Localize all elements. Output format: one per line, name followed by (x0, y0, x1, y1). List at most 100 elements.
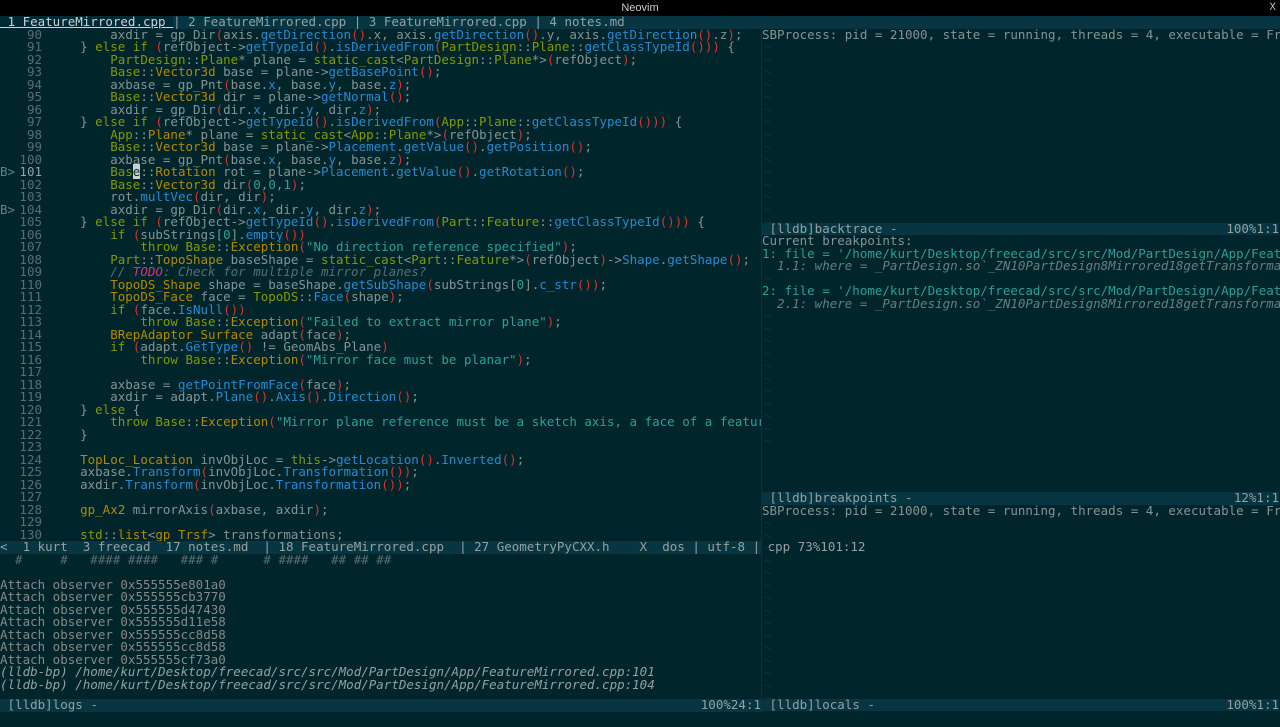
breakpoint-gutter[interactable] (0, 304, 14, 317)
breakpoint-gutter[interactable] (0, 366, 14, 379)
breakpoint-gutter[interactable] (0, 66, 14, 79)
breakpoint-gutter[interactable] (0, 329, 14, 342)
breakpoint-gutter[interactable] (0, 229, 14, 242)
code-line-121[interactable]: 121 throw Base::Exception("Mirror plane … (0, 416, 761, 429)
lldb-logs-pos: 24:1 (731, 699, 761, 712)
code-text[interactable] (42, 491, 50, 504)
breakpoint-gutter[interactable] (0, 104, 14, 117)
tilde: ~ (762, 310, 1279, 323)
tilde: ~ (762, 617, 1279, 630)
tilde: ~ (762, 91, 1279, 104)
lldb-bt-percent: 100% (1226, 223, 1256, 236)
code-text[interactable]: throw Base::Exception("Mirror face must … (42, 354, 532, 367)
tilde: ~ (762, 154, 1279, 167)
breakpoint-gutter[interactable] (0, 116, 14, 129)
tab-0[interactable]: 1 FeatureMirrored.cpp (0, 16, 173, 29)
breakpoint-gutter[interactable] (0, 129, 14, 142)
breakpoint-gutter[interactable] (0, 466, 14, 479)
tilde: ~ (762, 580, 1279, 593)
code-text[interactable]: gp_Ax2 mirrorAxis(axbase, axdir); (42, 504, 329, 517)
tilde: ~ (762, 323, 1279, 336)
code-text[interactable]: throw Base::Exception("Mirror plane refe… (42, 416, 761, 429)
breakpoint-gutter[interactable] (0, 79, 14, 92)
tab-3[interactable]: 4 notes.md (542, 16, 632, 29)
tilde: ~ (762, 667, 1279, 680)
tilde: ~ (762, 542, 1279, 555)
lldb-logs-percent: 100% (701, 699, 731, 712)
code-text[interactable] (42, 366, 50, 379)
tilde: ~ (762, 54, 1279, 67)
code-line-128[interactable]: 128 gp_Ax2 mirrorAxis(axbase, axdir); (0, 504, 761, 517)
code-line-126[interactable]: 126 axdir.Transform(invObjLoc.Transforma… (0, 479, 761, 492)
breakpoint-gutter[interactable] (0, 441, 14, 454)
tilde: ~ (762, 204, 1279, 217)
breakpoint-gutter[interactable] (0, 141, 14, 154)
breakpoint-gutter[interactable] (0, 291, 14, 304)
breakpoint-gutter[interactable] (0, 504, 14, 517)
locals-pane[interactable]: ~~~~~~~~~~~~~~~~~ (762, 517, 1279, 699)
breakpoint-gutter[interactable] (0, 491, 14, 504)
breakpoint-gutter[interactable] (0, 316, 14, 329)
code-text[interactable]: } (42, 429, 88, 442)
tilde: ~ (762, 116, 1279, 129)
code-text[interactable] (42, 441, 50, 454)
breakpoint-gutter[interactable] (0, 279, 14, 292)
code-line-116[interactable]: 116 throw Base::Exception("Mirror face m… (0, 354, 761, 367)
tilde: ~ (762, 530, 1279, 543)
breakpoint-gutter[interactable] (0, 516, 14, 529)
lldb-locals-pos: 1:1 (1256, 699, 1279, 712)
breakpoint-gutter[interactable] (0, 41, 14, 54)
lldb-locals-percent: 100% (1226, 699, 1256, 712)
left-column: 90 axdir = gp_Dir(axis.getDirection().x,… (0, 29, 762, 712)
breakpoint-gutter[interactable]: B> (0, 204, 14, 217)
tilde: ~ (762, 517, 1279, 530)
tilde: ~ (762, 642, 1279, 655)
tab-2[interactable]: 3 FeatureMirrored.cpp (361, 16, 534, 29)
breakpoint-gutter[interactable] (0, 29, 14, 42)
lldb-logs-pane[interactable]: Attach observer 0x555555e801a0Attach obs… (0, 579, 761, 700)
command-line[interactable] (0, 715, 1280, 727)
tilde: ~ (762, 410, 1279, 423)
breakpoint-gutter[interactable] (0, 379, 14, 392)
backtrace-pane[interactable]: ~~~~~~~~~~~~~~~~ (762, 41, 1279, 223)
breakpoint-gutter[interactable] (0, 479, 14, 492)
tilde: ~ (762, 166, 1279, 179)
right-column: SBProcess: pid = 21000, state = running,… (762, 29, 1279, 712)
code-editor[interactable]: 90 axdir = gp_Dir(axis.getDirection().x,… (0, 29, 761, 542)
breakpoint-gutter[interactable] (0, 266, 14, 279)
tilde: ~ (762, 398, 1279, 411)
breakpoint-gutter[interactable] (0, 241, 14, 254)
sbprocess-line-bottom: SBProcess: pid = 21000, state = running,… (762, 505, 1279, 518)
tilde: ~ (762, 360, 1279, 373)
breakpoint-gutter[interactable] (0, 416, 14, 429)
tilde: ~ (762, 592, 1279, 605)
tilde: ~ (762, 555, 1279, 568)
breakpoints-pane[interactable]: Current breakpoints: 1: file = '/home/ku… (762, 235, 1279, 310)
tilde: ~ (762, 373, 1279, 386)
breakpoint-gutter[interactable] (0, 54, 14, 67)
tilde: ~ (762, 191, 1279, 204)
breakpoint-gutter[interactable] (0, 216, 14, 229)
breakpoint-gutter[interactable] (0, 404, 14, 417)
breakpoint-gutter[interactable] (0, 429, 14, 442)
breakpoint-gutter[interactable] (0, 341, 14, 354)
breakpoint-gutter[interactable] (0, 354, 14, 367)
tilde: ~ (762, 423, 1279, 436)
breakpoint-gutter[interactable]: B> (0, 166, 14, 179)
code-text[interactable]: axdir.Transform(invObjLoc.Transformation… (42, 479, 411, 492)
code-text[interactable] (42, 516, 50, 529)
tilde: ~ (762, 104, 1279, 117)
lldb-logs-name: [lldb]logs - (8, 697, 98, 712)
breakpoint-gutter[interactable] (0, 179, 14, 192)
close-button[interactable]: X (1269, 3, 1276, 14)
tab-1[interactable]: 2 FeatureMirrored.cpp (181, 16, 354, 29)
breakpoint-gutter[interactable] (0, 391, 14, 404)
tilde: ~ (762, 435, 1279, 448)
breakpoint-2-sub: 2.1: where = _PartDesign.so`_ZN10PartDes… (762, 298, 1279, 311)
code-line-122[interactable]: 122 } (0, 429, 761, 442)
lldb-bt-pos: 1:1 (1256, 223, 1279, 236)
breakpoint-gutter[interactable] (0, 91, 14, 104)
tilde: ~ (762, 66, 1279, 79)
breakpoint-gutter[interactable] (0, 454, 14, 467)
breakpoint-gutter[interactable] (0, 254, 14, 267)
